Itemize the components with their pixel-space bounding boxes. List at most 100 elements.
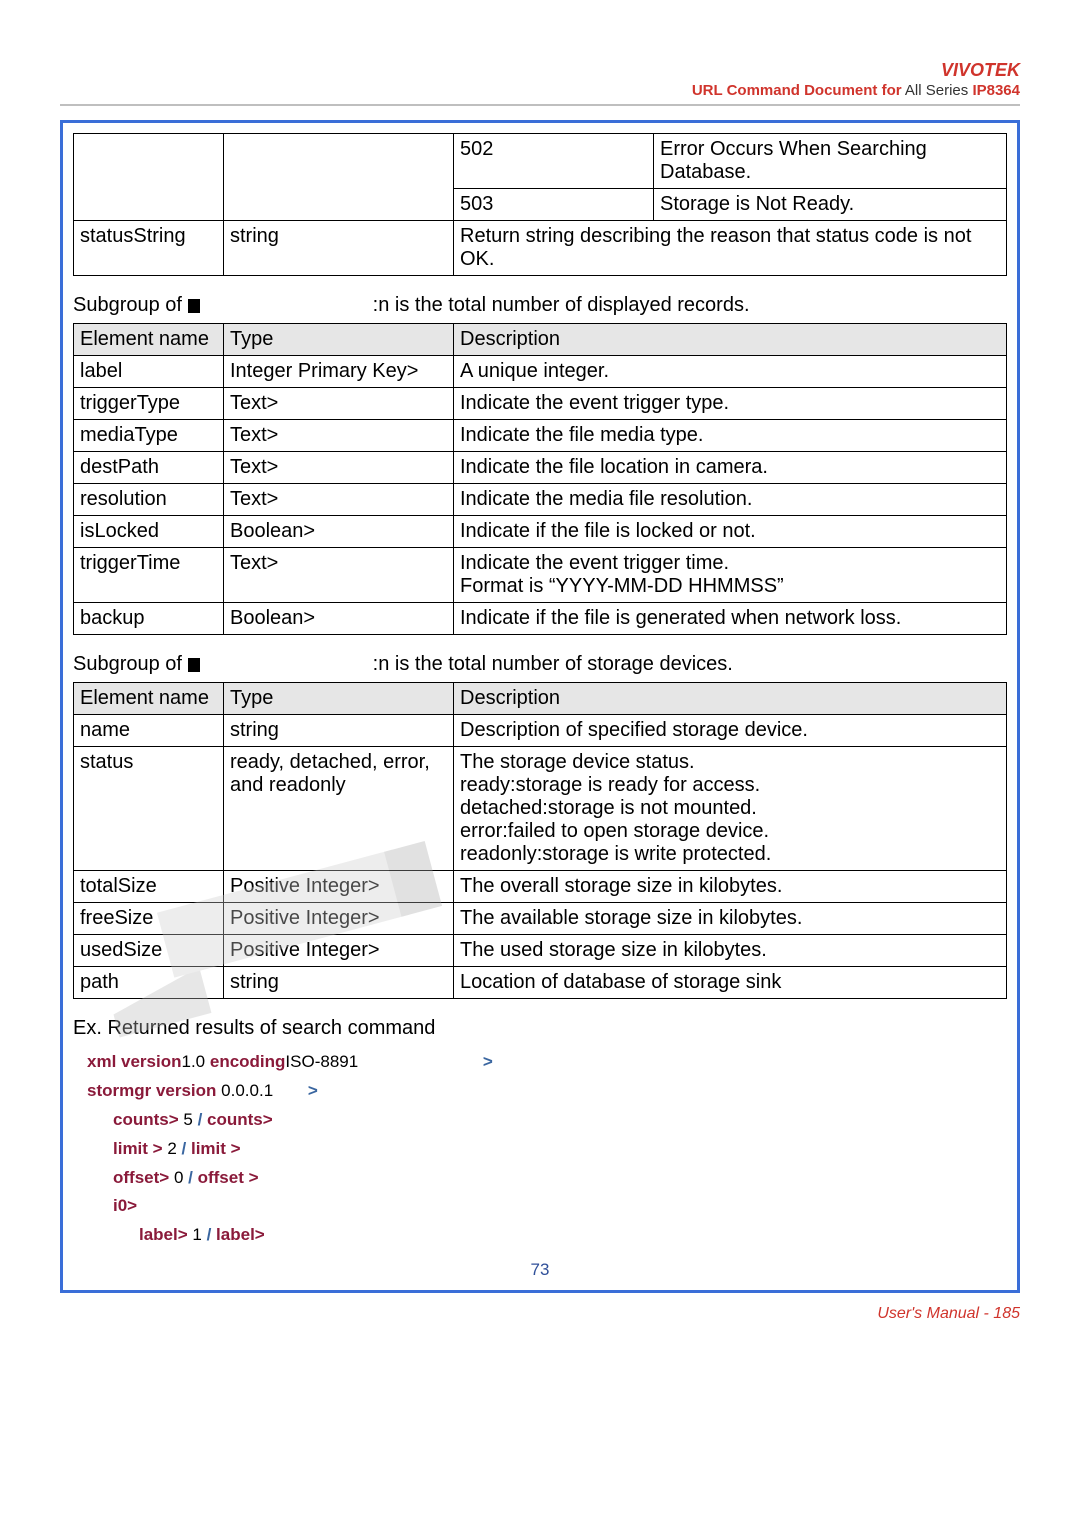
col-header: Type	[224, 683, 454, 715]
table-row: namestringDescription of specified stora…	[74, 715, 1007, 747]
cell: 502	[454, 134, 654, 189]
col-header: Element name	[74, 324, 224, 356]
table-row: backupBoolean>Indicate if the file is ge…	[74, 603, 1007, 635]
cell: triggerTime	[74, 548, 224, 603]
cell: Boolean>	[224, 516, 454, 548]
cell: totalSize	[74, 871, 224, 903]
header-rule	[60, 104, 1020, 106]
cell: 503	[454, 189, 654, 221]
example-caption: Ex. Returned results of search command	[73, 1017, 1007, 1040]
cell: Indicate the event trigger type.	[454, 388, 1007, 420]
cell: The storage device status. ready:storage…	[454, 747, 1007, 871]
doc-title-c: IP8364	[972, 82, 1020, 99]
table-row: 502 Error Occurs When Searching Database…	[74, 134, 1007, 189]
cell: Text>	[224, 420, 454, 452]
cell: Text>	[224, 484, 454, 516]
cell: triggerType	[74, 388, 224, 420]
cell: Indicate the file media type.	[454, 420, 1007, 452]
caption-text: :n is the total number of storage device…	[373, 653, 733, 675]
xml-example: xml version1.0 encodingISO-8891 > stormg…	[73, 1046, 1007, 1250]
table-row: usedSizePositive Integer> The used stora…	[74, 935, 1007, 967]
cell: Indicate the event trigger time. Format …	[454, 548, 1007, 603]
xml-line: stormgr version 0.0.0.1 >	[87, 1077, 1007, 1106]
table-row: freeSizePositive Integer> The available …	[74, 903, 1007, 935]
content-frame: 502 Error Occurs When Searching Database…	[60, 120, 1020, 1293]
inner-page-number: 73	[73, 1260, 1007, 1280]
placeholder-icon	[188, 658, 200, 672]
cell: isLocked	[74, 516, 224, 548]
table-row: resolutionText>Indicate the media file r…	[74, 484, 1007, 516]
cell: Indicate if the file is locked or not.	[454, 516, 1007, 548]
cell: resolution	[74, 484, 224, 516]
cell: Description of specified storage device.	[454, 715, 1007, 747]
table-row: statusString string Return string descri…	[74, 221, 1007, 276]
col-header: Description	[454, 683, 1007, 715]
footer: User's Manual - 185	[60, 1293, 1020, 1323]
table-row: pathstringLocation of database of storag…	[74, 967, 1007, 999]
cell: string	[224, 221, 454, 276]
xml-line: counts> 5 / counts>	[87, 1106, 1007, 1135]
cell: The available storage size in kilobytes.	[454, 903, 1007, 935]
cell: Positive Integer>	[224, 935, 454, 967]
cell: statusString	[74, 221, 224, 276]
cell: mediaType	[74, 420, 224, 452]
table-row: totalSizePositive Integer> The overall s…	[74, 871, 1007, 903]
cell: Location of database of storage sink	[454, 967, 1007, 999]
table-row: statusready, detached, error, and readon…	[74, 747, 1007, 871]
col-header: Description	[454, 324, 1007, 356]
cell: ready, detached, error, and readonly	[224, 747, 454, 871]
xml-line: offset> 0 / offset >	[87, 1164, 1007, 1193]
cell: usedSize	[74, 935, 224, 967]
col-header: Element name	[74, 683, 224, 715]
cell: Return string describing the reason that…	[454, 221, 1007, 276]
table-header-row: Element name Type Description	[74, 683, 1007, 715]
subgroup-caption-records: Subgroup of :n is the total number of di…	[73, 294, 1007, 317]
cell: Boolean>	[224, 603, 454, 635]
footer-text: User's Manual - 185	[877, 1305, 1020, 1323]
cell: destPath	[74, 452, 224, 484]
cell: Indicate if the file is generated when n…	[454, 603, 1007, 635]
table-row: destPath Text>Indicate the file location…	[74, 452, 1007, 484]
doc-header: VIVOTEK URL Command Document for All Ser…	[60, 60, 1020, 100]
status-table: 502 Error Occurs When Searching Database…	[73, 133, 1007, 276]
xml-line: label> 1 / label>	[87, 1221, 1007, 1250]
storage-table: Element name Type Description namestring…	[73, 682, 1007, 999]
cell: Positive Integer>	[224, 871, 454, 903]
xml-line: xml version1.0 encodingISO-8891 >	[87, 1048, 1007, 1077]
cell: backup	[74, 603, 224, 635]
cell: The overall storage size in kilobytes.	[454, 871, 1007, 903]
xml-line: limit > 2 / limit >	[87, 1135, 1007, 1164]
col-header: Type	[224, 324, 454, 356]
cell: Storage is Not Ready.	[654, 189, 1007, 221]
cell: Text>	[224, 548, 454, 603]
records-table: Element name Type Description labelInteg…	[73, 323, 1007, 635]
brand: VIVOTEK	[941, 60, 1020, 81]
cell: The used storage size in kilobytes.	[454, 935, 1007, 967]
cell: A unique integer.	[454, 356, 1007, 388]
caption-text: Subgroup of	[73, 653, 188, 675]
cell: label	[74, 356, 224, 388]
cell: status	[74, 747, 224, 871]
cell: Positive Integer>	[224, 903, 454, 935]
table-header-row: Element name Type Description	[74, 324, 1007, 356]
xml-line: i0>	[87, 1192, 1007, 1221]
doc-title-a: URL Command Document for	[692, 82, 902, 99]
cell: Text>	[224, 388, 454, 420]
table-row: mediaTypeText>Indicate the file media ty…	[74, 420, 1007, 452]
placeholder-icon	[188, 299, 200, 313]
doc-title-b: All Series	[905, 82, 968, 99]
table-row: labelInteger Primary Key>A unique intege…	[74, 356, 1007, 388]
cell: Integer Primary Key>	[224, 356, 454, 388]
doc-title: URL Command Document for All Series IP83…	[692, 82, 1020, 99]
cell: Indicate the media file resolution.	[454, 484, 1007, 516]
cell: Indicate the file location in camera.	[454, 452, 1007, 484]
table-row: triggerTypeText>Indicate the event trigg…	[74, 388, 1007, 420]
cell: Text>	[224, 452, 454, 484]
cell: freeSize	[74, 903, 224, 935]
cell: Error Occurs When Searching Database.	[654, 134, 1007, 189]
caption-text: Subgroup of	[73, 294, 188, 316]
subgroup-caption-storage: Subgroup of :n is the total number of st…	[73, 653, 1007, 676]
table-row: isLockedBoolean>Indicate if the file is …	[74, 516, 1007, 548]
table-row: triggerTimeText>Indicate the event trigg…	[74, 548, 1007, 603]
cell: name	[74, 715, 224, 747]
